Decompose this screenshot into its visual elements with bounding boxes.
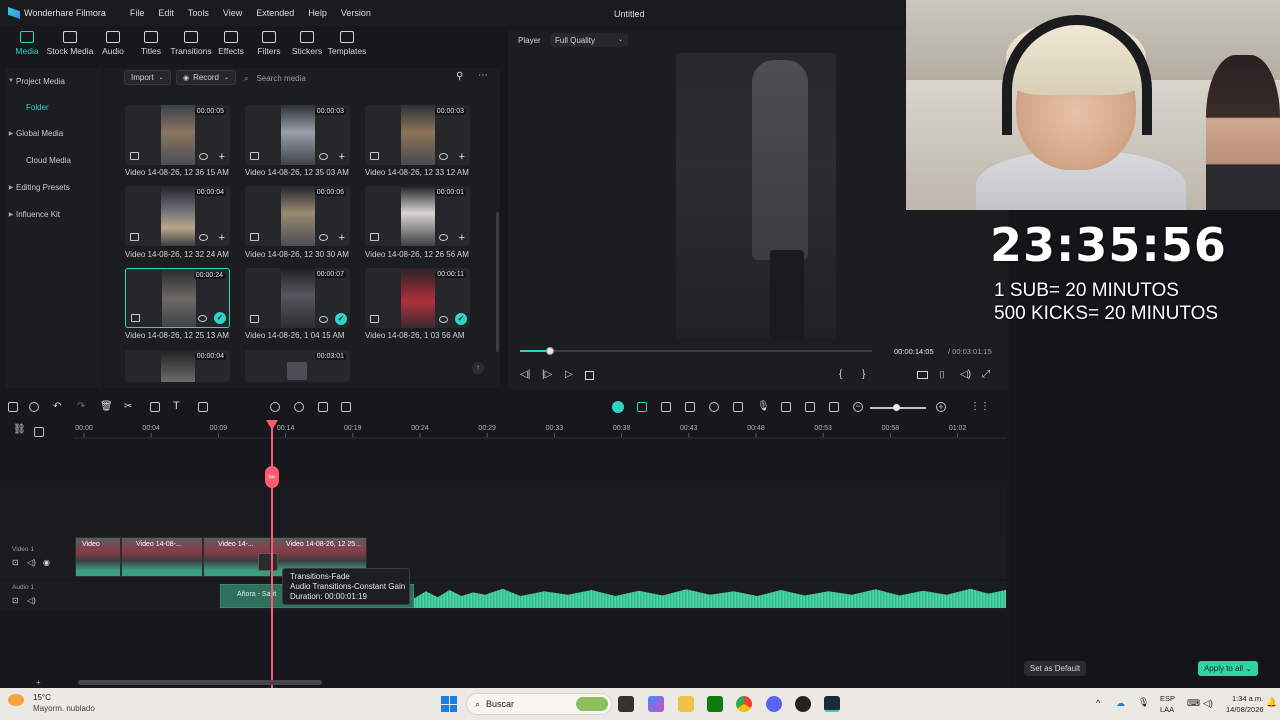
track-eye-icon[interactable]: ◉ [43,558,50,567]
filmora-taskbar-icon[interactable] [824,696,840,712]
clip-label: Video 14-08-... [136,541,182,548]
track-lock-icon[interactable]: ⊡ [12,558,19,567]
audio-clip-label: Añora - Sarit [237,591,277,598]
clock-time[interactable]: 1:34 a.m. [1232,694,1263,703]
file-explorer-icon[interactable] [678,696,694,712]
tooltip-line: Duration: 00:00:01:19 [290,592,367,601]
clip-label: Video 14-08-26, 12 25... [286,541,361,548]
xbox-icon[interactable] [707,696,723,712]
discord-icon[interactable] [766,696,782,712]
tooltip-line: Audio Transitions-Constant Gain [290,582,406,591]
tooltip-line: Transitions-Fade [290,572,350,581]
ruler-tick-label: 00:53 [814,425,832,432]
obs-icon[interactable] [795,696,811,712]
add-track-icon[interactable]: + [36,678,41,687]
subathon-timer: 23:35:56 [990,218,1227,272]
ruler-tick-label: 00:00 [75,425,93,432]
ruler-tick-label: 00:48 [747,425,765,432]
scissor-icon[interactable]: ✂ [265,466,279,488]
track-mute-icon[interactable]: ◁) [27,558,36,567]
ruler-tick-label: 00:58 [882,425,900,432]
start-pane [441,696,449,704]
tray-expand-icon[interactable]: ^ [1096,698,1100,708]
ruler-tick-label: 00:19 [344,425,362,432]
kicks-rule-text: 500 KICKS= 20 MINUTOS [994,303,1219,324]
clip-label: Video [82,541,100,548]
ruler-tick-label: 00:33 [546,425,564,432]
windows-taskbar: 15°C Mayorm. nublado ⌕ Buscar [0,688,1280,720]
set-default-button[interactable]: Set as Default [1024,661,1086,676]
ruler-tick-label: 00:04 [142,425,160,432]
timeline-scrollbar[interactable] [78,680,322,685]
notifications-icon[interactable]: 🔔 [1266,697,1277,708]
language-code[interactable]: ESP [1160,694,1175,703]
transition-marker[interactable] [258,553,278,571]
keyboard-layout[interactable]: LAA [1160,705,1174,714]
start-pane [441,704,449,712]
audio-mute-icon[interactable]: ◁) [27,596,36,605]
start-pane [449,696,457,704]
video-clip[interactable]: Video 14-08-... [121,537,203,577]
ruler-tick-label: 00:38 [613,425,631,432]
ruler-tick-label: 00:14 [277,425,295,432]
copilot-icon[interactable] [648,696,664,712]
weather-temp[interactable]: 15°C [33,693,51,702]
webcam-overlay [906,0,1280,210]
apply-all-label: Apply to all [1203,664,1244,673]
playhead[interactable] [271,420,273,688]
start-windows-icon[interactable] [441,696,457,712]
ruler-tick-label: 01:02 [949,425,967,432]
weather-desc[interactable]: Mayorm. nublado [33,704,95,713]
start-pane [449,704,457,712]
transition-tooltip: Transitions-Fade Audio Transitions-Const… [282,568,410,605]
search-highlight-icon [576,697,608,711]
second-person [1206,55,1280,210]
sub-rule-text: 1 SUB= 20 MINUTOS [994,280,1179,301]
ruler-tick-label: 00:29 [478,425,496,432]
search-icon: ⌕ [475,699,481,709]
taskview-icon[interactable] [618,696,634,712]
clip-label: Video 14-... [218,541,254,548]
ruler-tick-label: 00:43 [680,425,698,432]
network-icon[interactable]: ⌨ [1187,698,1200,709]
video-track-label: Video 1 [12,546,34,553]
empty-track [0,487,1006,535]
audio-lock-icon[interactable]: ⊡ [12,596,19,605]
filmora-window: Wonderhare Filmora File Edit Tools View … [0,0,1010,688]
audio-track-label: Audio 1 [12,584,35,591]
taskbar-search-text: Buscar [486,699,515,709]
clock-date[interactable]: 14/08/2026 [1226,705,1264,714]
ruler-tick-label: 00:24 [411,425,429,432]
chrome-icon[interactable] [736,696,752,712]
chevron-down-icon: ⌄ [1245,664,1253,673]
weather-icon[interactable] [8,694,24,706]
ruler-tick-label: 00:09 [210,425,228,432]
apply-all-button[interactable]: Apply to all ⌄ [1198,661,1258,676]
timeline-ruler[interactable]: 00:00 00:04 00:09 00:14 00:19 00:24 00:29 00:33… [0,0,1010,440]
volume-tray-icon[interactable]: ◁) [1203,698,1213,709]
video-clip[interactable]: Video [75,537,121,577]
onedrive-icon[interactable]: ☁ [1116,698,1125,709]
microphone-icon[interactable]: 🎙 [1138,697,1149,708]
